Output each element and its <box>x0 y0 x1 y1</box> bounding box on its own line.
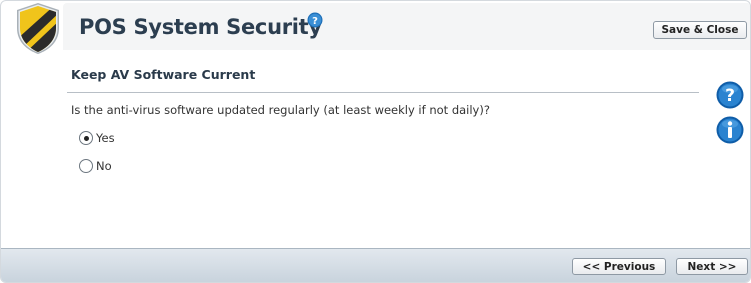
info-icon[interactable] <box>716 116 744 144</box>
radio-label-no: No <box>96 159 112 173</box>
radio-option-yes[interactable]: Yes <box>79 131 115 145</box>
shield-icon <box>17 3 59 54</box>
radio-label-yes: Yes <box>96 131 115 145</box>
next-button[interactable]: Next >> <box>676 258 748 275</box>
radio-option-no[interactable]: No <box>79 159 112 173</box>
previous-button[interactable]: << Previous <box>572 258 666 275</box>
save-and-close-button[interactable]: Save & Close <box>653 21 747 39</box>
svg-text:?: ? <box>312 16 318 27</box>
help-icon[interactable]: ? <box>716 81 744 109</box>
section-title: Keep AV Software Current <box>71 67 256 82</box>
wizard-window: POS System Security ? Save & Close Keep … <box>0 0 751 283</box>
radio-selected-dot <box>83 135 89 141</box>
page-title: POS System Security <box>79 15 322 39</box>
divider <box>67 92 699 93</box>
question-text: Is the anti-virus software updated regul… <box>71 103 490 117</box>
svg-text:?: ? <box>725 86 735 106</box>
radio-button-yes[interactable] <box>79 131 93 145</box>
help-icon[interactable]: ? <box>307 12 323 28</box>
radio-button-no[interactable] <box>79 159 93 173</box>
